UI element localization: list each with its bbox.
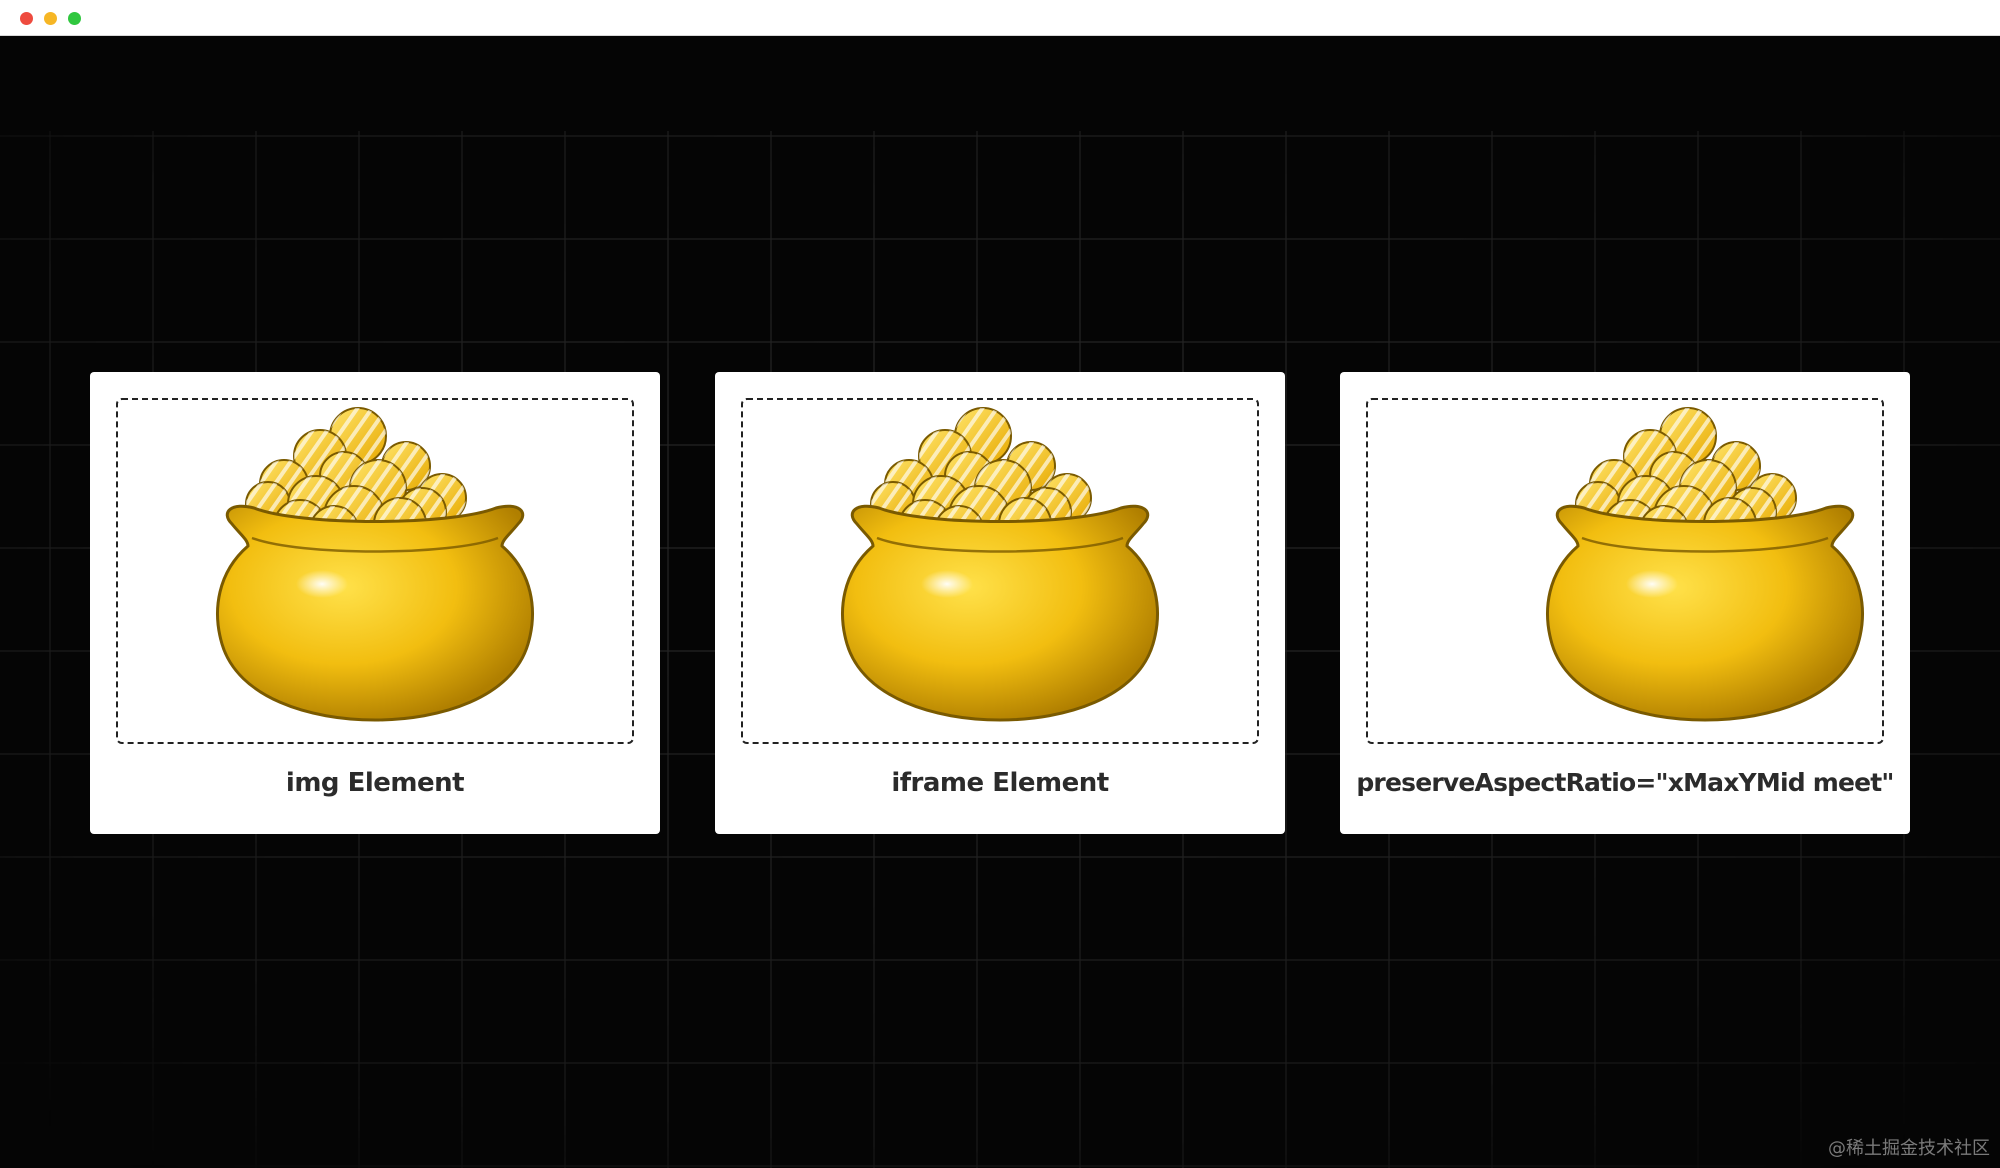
watermark: @稀土掘金技术社区: [1828, 1138, 1990, 1159]
close-window-button[interactable]: [20, 12, 33, 25]
gold-pot-icon: [1546, 407, 1864, 722]
preserve-aspect-ratio-frame: [1366, 398, 1884, 744]
preserve-aspect-ratio-card: preserveAspectRatio="xMaxYMid meet": [1340, 372, 1910, 834]
preserve-aspect-ratio-caption: preserveAspectRatio="xMaxYMid meet": [1356, 768, 1894, 797]
img-element-card: img Element: [90, 372, 660, 834]
iframe-element-frame: [741, 398, 1259, 744]
browser-window: img Element iframe Element preserveAspec…: [0, 0, 2000, 1168]
iframe-element-card: iframe Element: [715, 372, 1285, 834]
iframe-element-caption: iframe Element: [891, 768, 1109, 798]
minimize-window-button[interactable]: [44, 12, 57, 25]
img-element-frame: [116, 398, 634, 744]
title-bar: [0, 0, 2000, 36]
gold-pot-icon: [216, 407, 534, 722]
maximize-window-button[interactable]: [68, 12, 81, 25]
demo-stage: img Element iframe Element preserveAspec…: [0, 36, 2000, 1168]
img-element-caption: img Element: [285, 768, 465, 798]
gold-pot-icon: [841, 407, 1159, 722]
